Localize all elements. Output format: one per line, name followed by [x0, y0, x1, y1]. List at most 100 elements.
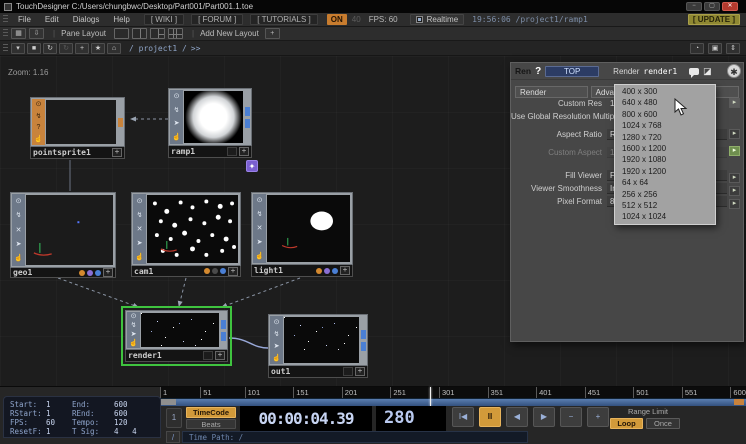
resolution-option[interactable]: 1920 x 1080: [615, 154, 715, 165]
node-flag-slot[interactable]: [203, 351, 213, 360]
node-out1[interactable]: ⊙ ↯ ➤ ☝ out1 +: [268, 314, 368, 378]
bookmark-star-icon[interactable]: ★: [91, 43, 105, 54]
gear-icon[interactable]: ⊙: [174, 93, 180, 100]
hand-icon[interactable]: ☝: [135, 254, 144, 261]
arrow-icon[interactable]: ➤: [16, 241, 22, 248]
node-expand-button[interactable]: +: [228, 267, 238, 276]
aspect-ratio-menu-arrow-icon[interactable]: ▸: [729, 129, 740, 139]
menu-edit[interactable]: Edit: [38, 15, 66, 24]
grid-view-icon[interactable]: ▦: [11, 28, 26, 39]
node-geo1[interactable]: ⊙ ↯ ✕ ➤ ☝ geo1 +: [10, 192, 116, 277]
resolution-option[interactable]: 800 x 600: [615, 109, 715, 120]
viewer-smoothness-menu-arrow-icon[interactable]: ▸: [729, 186, 740, 196]
node-name[interactable]: render1: [128, 351, 201, 360]
resolution-option[interactable]: 1280 x 720: [615, 132, 715, 143]
pane-layout-single-button[interactable]: [114, 28, 129, 39]
pickable-flag-icon[interactable]: [332, 268, 338, 274]
lightning-icon[interactable]: ↯: [257, 211, 263, 218]
node-viewer[interactable]: [184, 91, 243, 143]
hand-icon[interactable]: ☝: [34, 136, 43, 143]
help-icon[interactable]: ?: [535, 66, 541, 77]
close-icon[interactable]: ✕: [16, 227, 22, 234]
forum-button[interactable]: [ FORUM ]: [191, 14, 243, 25]
timecode-mode-button[interactable]: TimeCode: [186, 407, 236, 418]
resolution-option[interactable]: 1920 x 1200: [615, 166, 715, 177]
range-bar[interactable]: [160, 398, 746, 406]
hand-icon[interactable]: ☝: [129, 340, 138, 347]
step-forward-button[interactable]: +: [587, 407, 609, 427]
resolution-option[interactable]: 1024 x 1024: [615, 211, 715, 222]
gear-icon[interactable]: ⊙: [131, 313, 137, 320]
eraser-icon[interactable]: ◪: [703, 66, 712, 77]
drag-grip-icon[interactable]: [3, 44, 8, 53]
hand-icon[interactable]: ☝: [272, 355, 281, 362]
node-render1[interactable]: ⊙ ↯ ➤ ☝ render1 +: [125, 310, 228, 362]
arrow-icon[interactable]: ➤: [174, 120, 180, 127]
realtime-toggle[interactable]: Realtime: [410, 14, 465, 25]
play-forward-button[interactable]: ▶: [533, 407, 555, 427]
tempo-value[interactable]: 120: [114, 418, 154, 427]
node-viewer[interactable]: [46, 100, 116, 144]
display-flag-icon[interactable]: [324, 268, 330, 274]
tutorials-button[interactable]: [ TUTORIALS ]: [250, 14, 318, 25]
gear-icon[interactable]: ⊙: [137, 198, 143, 205]
end-value[interactable]: 600: [114, 400, 154, 409]
resetf-value[interactable]: 1: [46, 427, 72, 436]
breadcrumb[interactable]: / project1 /: [129, 44, 187, 53]
time-path-field[interactable]: Time Path: /: [182, 431, 528, 443]
frame-increment-button[interactable]: 1: [166, 408, 182, 428]
question-icon[interactable]: ?: [37, 124, 41, 131]
range-start-handle[interactable]: [161, 399, 176, 405]
pickable-flag-icon[interactable]: [220, 268, 226, 274]
node-output-strip[interactable]: [117, 99, 123, 145]
lightning-icon[interactable]: ↯: [174, 107, 180, 114]
arrow-icon[interactable]: ➤: [137, 240, 143, 247]
gear-icon[interactable]: ⊙: [257, 197, 263, 204]
node-name[interactable]: out1: [271, 367, 341, 376]
node-viewer[interactable]: [284, 317, 359, 363]
node-expand-button[interactable]: +: [340, 266, 350, 275]
node-expand-button[interactable]: +: [103, 268, 113, 277]
pane-timer-icon[interactable]: ◔: [690, 43, 704, 54]
playhead[interactable]: [430, 387, 431, 406]
menu-dialogs[interactable]: Dialogs: [66, 15, 107, 24]
loop-button[interactable]: Loop: [610, 418, 643, 429]
pane-layout-grid-button[interactable]: [168, 28, 183, 39]
step-back-button[interactable]: −: [560, 407, 582, 427]
node-name[interactable]: cam1: [134, 267, 202, 276]
node-name[interactable]: pointsprite1: [33, 148, 110, 157]
go-parent-icon[interactable]: ⌂: [107, 43, 121, 54]
hand-icon[interactable]: ☝: [255, 253, 264, 260]
close-icon[interactable]: ✕: [257, 225, 263, 232]
gear-icon[interactable]: ⊙: [274, 319, 280, 326]
display-flag-icon[interactable]: [87, 270, 93, 276]
refresh-icon[interactable]: ↻: [43, 43, 57, 54]
render-param-value[interactable]: render1: [643, 67, 677, 76]
node-flag-slot[interactable]: [343, 367, 353, 376]
rend-value[interactable]: 600: [114, 409, 154, 418]
node-output-strip[interactable]: [220, 312, 226, 348]
settings-gear-icon[interactable]: ✱: [727, 64, 741, 78]
stop-icon[interactable]: ■: [27, 43, 41, 54]
pane-maximize-icon[interactable]: ▣: [708, 43, 722, 54]
arrow-icon[interactable]: ➤: [274, 343, 280, 350]
comment-icon[interactable]: [689, 68, 699, 75]
custom-aspect-menu-arrow-icon[interactable]: ▸: [729, 146, 740, 156]
node-viewer[interactable]: [267, 195, 350, 262]
node-expand-button[interactable]: +: [239, 147, 249, 156]
path-dropdown-icon[interactable]: ▾: [11, 43, 25, 54]
lightning-icon[interactable]: ↯: [16, 212, 22, 219]
node-pointsprite1[interactable]: ⊙ ↯ ? ☝ pointsprite1 +: [30, 97, 125, 159]
menu-file[interactable]: File: [11, 15, 38, 24]
lightning-icon[interactable]: ↯: [137, 212, 143, 219]
node-output-strip[interactable]: [244, 90, 250, 144]
node-output-strip[interactable]: [360, 316, 366, 364]
node-viewer[interactable]: [141, 313, 219, 347]
lightning-icon[interactable]: ↯: [131, 322, 137, 329]
fps-value[interactable]: 60: [46, 418, 72, 427]
render-flag-icon[interactable]: [316, 268, 322, 274]
pixel-format-menu-arrow-icon[interactable]: ▸: [729, 199, 740, 209]
resolution-option[interactable]: 256 x 256: [615, 189, 715, 200]
wiki-button[interactable]: [ WIKI ]: [144, 14, 184, 25]
node-expand-button[interactable]: +: [355, 367, 365, 376]
